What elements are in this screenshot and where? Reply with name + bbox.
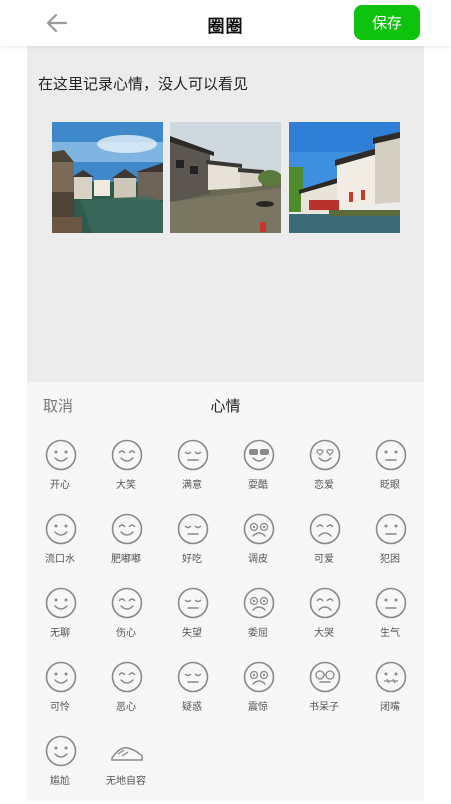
mood-label: 犯困 bbox=[380, 554, 400, 565]
mood-item[interactable]: 恶心 bbox=[93, 660, 159, 730]
naughty-face-icon bbox=[243, 513, 275, 545]
mood-item[interactable]: 恋爱 bbox=[291, 438, 357, 508]
canal-photo-1 bbox=[52, 122, 163, 233]
note-area[interactable]: 在这里记录心情，没人可以看见 bbox=[27, 46, 424, 382]
mood-label: 好吃 bbox=[182, 554, 202, 565]
mood-item[interactable]: 委屈 bbox=[225, 586, 291, 656]
confused-face-icon bbox=[177, 661, 209, 693]
top-bar: 圈圈 保存 bbox=[0, 0, 451, 46]
mood-label: 伤心 bbox=[116, 628, 136, 639]
photo-thumbnail-3[interactable] bbox=[289, 122, 400, 233]
canal-photo-2 bbox=[170, 122, 281, 233]
mood-item[interactable]: 犯困 bbox=[357, 512, 423, 582]
note-text[interactable]: 在这里记录心情，没人可以看见 bbox=[38, 73, 248, 94]
awkward-face-icon bbox=[45, 735, 77, 767]
ashamed-face-icon bbox=[111, 746, 143, 761]
mood-label: 大笑 bbox=[116, 480, 136, 491]
mood-panel-title: 心情 bbox=[210, 397, 241, 415]
bored-face-icon bbox=[45, 587, 77, 619]
shocked-face-icon bbox=[243, 661, 275, 693]
mood-label: 调皮 bbox=[248, 554, 268, 565]
mouth-shut-face-icon bbox=[375, 661, 407, 693]
mood-item[interactable]: 伤心 bbox=[93, 586, 159, 656]
mood-item[interactable]: 无地自容 bbox=[93, 734, 159, 804]
satisfied-face-icon bbox=[177, 439, 209, 471]
mood-label: 尴尬 bbox=[50, 776, 70, 787]
mood-item[interactable]: 满意 bbox=[159, 438, 225, 508]
mood-label: 眨眼 bbox=[380, 480, 400, 491]
pitiful-face-icon bbox=[45, 661, 77, 693]
mood-label: 震惊 bbox=[248, 702, 268, 713]
cute-face-icon bbox=[309, 513, 341, 545]
mood-item[interactable]: 耍酷 bbox=[225, 438, 291, 508]
mood-item[interactable]: 可怜 bbox=[27, 660, 93, 730]
mood-item[interactable]: 疑惑 bbox=[159, 660, 225, 730]
mood-label: 书呆子 bbox=[309, 702, 339, 713]
mood-item[interactable]: 流口水 bbox=[27, 512, 93, 582]
mood-item[interactable]: 好吃 bbox=[159, 512, 225, 582]
photo-thumbnail-2[interactable] bbox=[170, 122, 281, 233]
mood-item[interactable]: 眨眼 bbox=[357, 438, 423, 508]
mood-label: 生气 bbox=[380, 628, 400, 639]
mood-label: 可怜 bbox=[50, 702, 70, 713]
angry-face-icon bbox=[375, 587, 407, 619]
happy-face-icon bbox=[45, 439, 77, 471]
photo-thumbnail-1[interactable] bbox=[52, 122, 163, 233]
canal-photo-3 bbox=[289, 122, 400, 233]
wink-face-icon bbox=[375, 439, 407, 471]
nerd-face-icon bbox=[309, 661, 341, 693]
mood-item[interactable]: 闭嘴 bbox=[357, 660, 423, 730]
mood-item[interactable]: 可爱 bbox=[291, 512, 357, 582]
mood-label: 肥嘟嘟 bbox=[111, 554, 141, 565]
mood-item[interactable]: 失望 bbox=[159, 586, 225, 656]
cool-face-icon bbox=[243, 439, 275, 471]
mood-label: 疑惑 bbox=[182, 702, 202, 713]
mood-label: 失望 bbox=[182, 628, 202, 639]
mood-label: 流口水 bbox=[45, 554, 75, 565]
mood-picker-panel: 取消 心情 开心 大笑 满意 耍酷 恋爱 眨眼 流口水 肥嘟嘟 好吃 调皮 可爱 犯困 无聊 伤心 失望 委屈… bbox=[27, 382, 424, 801]
mood-label: 闭嘴 bbox=[380, 702, 400, 713]
crying-face-icon bbox=[309, 587, 341, 619]
mood-item[interactable]: 震惊 bbox=[225, 660, 291, 730]
chubby-face-icon bbox=[111, 513, 143, 545]
mood-label: 满意 bbox=[182, 480, 202, 491]
mood-item[interactable]: 生气 bbox=[357, 586, 423, 656]
mood-label: 恋爱 bbox=[314, 480, 334, 491]
mood-item[interactable]: 尴尬 bbox=[27, 734, 93, 804]
laugh-face-icon bbox=[111, 439, 143, 471]
mood-label: 开心 bbox=[50, 480, 70, 491]
sad-face-icon bbox=[111, 587, 143, 619]
mood-label: 恶心 bbox=[116, 702, 136, 713]
mood-label: 无聊 bbox=[50, 628, 70, 639]
save-button[interactable]: 保存 bbox=[354, 5, 420, 40]
mood-label: 委屈 bbox=[248, 628, 268, 639]
aggrieved-face-icon bbox=[243, 587, 275, 619]
mood-item[interactable]: 肥嘟嘟 bbox=[93, 512, 159, 582]
mood-item[interactable]: 大笑 bbox=[93, 438, 159, 508]
mood-label: 可爱 bbox=[314, 554, 334, 565]
mood-item[interactable]: 大哭 bbox=[291, 586, 357, 656]
drool-face-icon bbox=[45, 513, 77, 545]
mood-item[interactable]: 开心 bbox=[27, 438, 93, 508]
mood-label: 耍酷 bbox=[248, 480, 268, 491]
mood-item[interactable]: 书呆子 bbox=[291, 660, 357, 730]
mood-item[interactable]: 调皮 bbox=[225, 512, 291, 582]
in-love-face-icon bbox=[309, 439, 341, 471]
yummy-face-icon bbox=[177, 513, 209, 545]
disgusted-face-icon bbox=[111, 661, 143, 693]
mood-label: 大哭 bbox=[314, 628, 334, 639]
mood-label: 无地自容 bbox=[106, 776, 146, 787]
sleepy-face-icon bbox=[375, 513, 407, 545]
mood-item[interactable]: 无聊 bbox=[27, 586, 93, 656]
disappointed-face-icon bbox=[177, 587, 209, 619]
